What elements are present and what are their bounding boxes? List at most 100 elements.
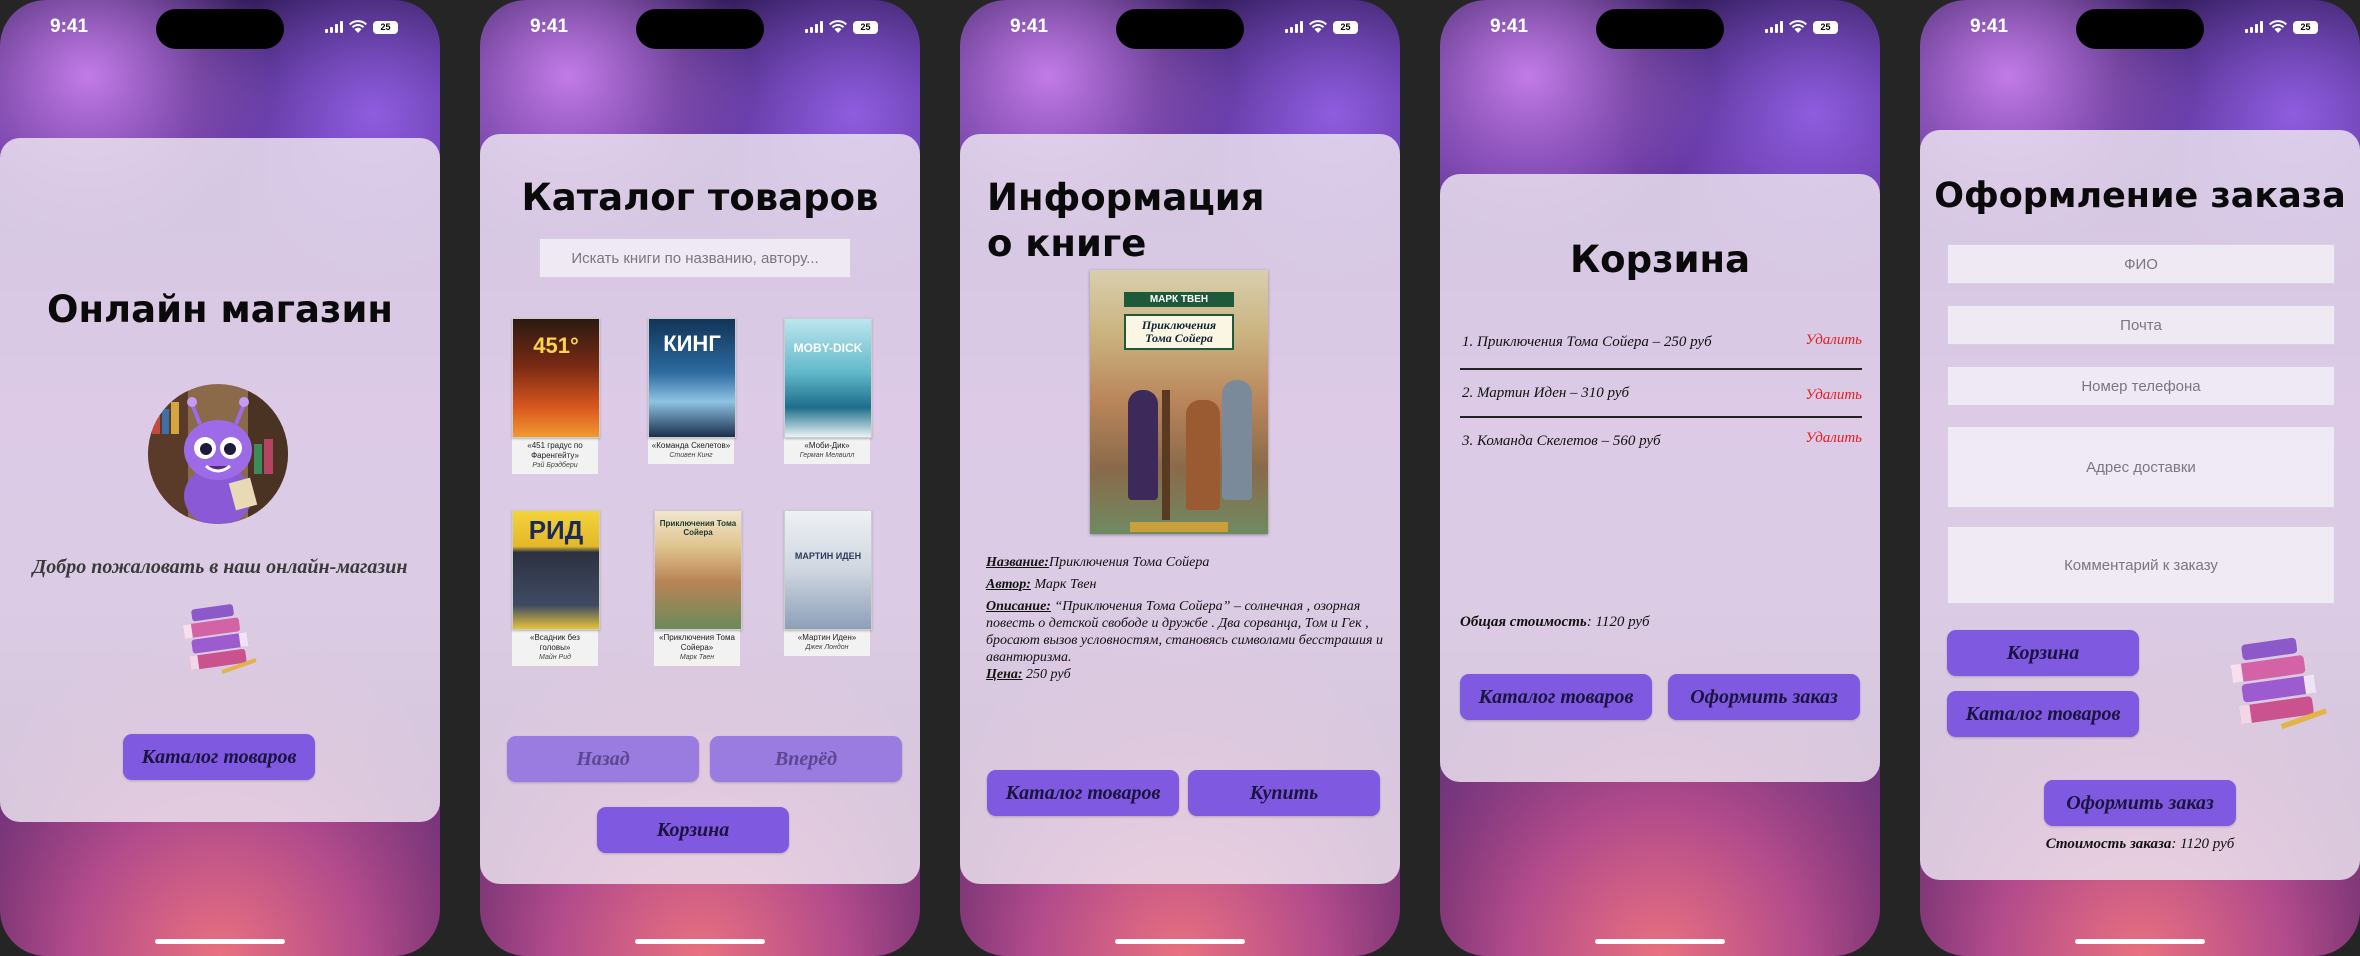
dynamic-island [156,9,284,49]
signal-icon [1285,21,1303,33]
status-icons: 25 [1765,20,1838,34]
book-info-panel: Информация о книге МАРК ТВЕН Приключения… [960,134,1400,884]
checkout-panel: Оформление заказа ФИО Почта Номер телефо… [1920,130,2360,880]
cover-figure [1222,380,1252,500]
status-icons: 25 [1285,20,1358,34]
comment-field[interactable]: Комментарий к заказу [1947,526,2335,604]
status-icons: 25 [805,20,878,34]
book-info-text: Название:Приключения Тома Сойера Автор: … [986,554,1386,683]
cart-panel: Корзина 1. Приключения Тома Сойера – 250… [1440,174,1880,782]
cart-button[interactable]: Корзина [597,807,789,853]
welcome-text: Добро пожаловать в наш онлайн-магазин [32,556,408,578]
wifi-icon [829,20,847,33]
buy-button[interactable]: Купить [1188,770,1380,816]
dynamic-island [1116,9,1244,49]
address-field[interactable]: Адрес доставки [1947,426,2335,508]
remove-item-3-button[interactable]: Удалить [1805,430,1862,447]
cover-figure [1128,390,1158,500]
cart-total: Общая стоимость: 1120 руб [1460,614,1650,631]
screen-home: 9:41 25 Онлайн магазин Добро пожаловать … [0,0,440,956]
cover-title: Приключения Тома Сойера [659,519,737,537]
checkout-button[interactable]: Оформить заказ [2044,780,2236,826]
info-author-label: Автор: [986,577,1031,592]
page-title: Онлайн магазин [47,288,393,331]
book-caption: «Моби-Дик» Герман Мелвилл [784,438,870,464]
info-author-row: Автор: Марк Твен [986,576,1386,593]
remove-item-1-button[interactable]: Удалить [1805,332,1862,349]
email-field[interactable]: Почта [1947,305,2335,345]
cover-title: МАРТИН ИДЕН [794,551,862,561]
catalog-button[interactable]: Каталог товаров [123,734,315,780]
forward-button[interactable]: Вперёд [710,736,902,782]
home-panel: Онлайн магазин Добро пожаловать в наш он… [0,138,440,822]
screen-book-info: 9:41 25 Информация о книге МАРК ТВЕН При… [960,0,1400,956]
books-icon [182,604,257,674]
status-icons: 25 [2245,20,2318,34]
dynamic-island [1596,9,1724,49]
order-total-label: Стоимость заказа [2045,836,2172,852]
order-total-value: : 1120 руб [2171,836,2235,852]
catalog-button[interactable]: Каталог товаров [1460,674,1652,720]
book-card-451[interactable]: 451° «451 градус по Фаренгейту» Рэй Брэдб… [512,318,600,474]
info-name-label: Название: [986,555,1049,570]
book-caption: «451 градус по Фаренгейту» Рэй Брэдбери [512,438,598,474]
info-desc-label: Описание: [986,599,1051,614]
catalog-panel: Каталог товаров Искать книги по названию… [480,134,920,884]
home-indicator [155,939,285,944]
wifi-icon [1309,20,1327,33]
catalog-button[interactable]: Каталог товаров [987,770,1179,816]
cover-title: Приключения Тома Сойера [1124,314,1234,350]
divider [1460,416,1862,418]
cover-title: КИНГ [663,331,721,356]
alien-mascot-avatar [148,384,288,524]
name-field[interactable]: ФИО [1947,244,2335,284]
dynamic-island [2076,9,2204,49]
book-cover: РИД [512,510,600,630]
book-card-martin-eden[interactable]: МАРТИН ИДЕН «Мартин Иден» Джек Лондон [784,510,872,656]
screen-checkout: 9:41 25 Оформление заказа ФИО Почта Номе… [1920,0,2360,956]
wifi-icon [2269,20,2287,33]
status-icons: 25 [325,20,398,34]
info-price-row: Цена: 250 руб [986,666,1386,683]
wifi-icon [349,20,367,33]
book-cover-large: МАРК ТВЕН Приключения Тома Сойера [1090,270,1268,534]
info-name-row: Название:Приключения Тома Сойера [986,554,1386,571]
screen-cart: 9:41 25 Корзина 1. Приключения Тома Сойе… [1440,0,1880,956]
book-cover: КИНГ [648,318,736,438]
book-card-moby-dick[interactable]: MOBY-DICK «Моби-Дик» Герман Мелвилл [784,318,872,464]
search-input[interactable]: Искать книги по названию, автору... [539,238,851,278]
book-cover: МАРТИН ИДЕН [784,510,872,630]
cover-fence [1162,390,1170,520]
book-caption: «Команда Скелетов» Стивен Кинг [648,438,734,464]
book-cover: Приключения Тома Сойера [654,510,742,630]
book-cover: 451° [512,318,600,438]
remove-item-2-button[interactable]: Удалить [1805,387,1862,404]
cart-item-1: 1. Приключения Тома Сойера – 250 руб [1462,334,1712,350]
phone-field[interactable]: Номер телефона [1947,366,2335,406]
info-name-value: Приключения Тома Сойера [1048,555,1210,570]
book-card-skeletons[interactable]: КИНГ «Команда Скелетов» Стивен Кинг [648,318,736,464]
catalog-button[interactable]: Каталог товаров [1947,691,2139,737]
back-button[interactable]: Назад [507,736,699,782]
book-caption: «Приключения Тома Сойера» Марк Твен [654,630,740,666]
home-indicator [2075,939,2205,944]
home-indicator [1595,939,1725,944]
dynamic-island [636,9,764,49]
book-card-tom-sawyer[interactable]: Приключения Тома Сойера «Приключения Том… [654,510,742,666]
page-title: Оформление заказа [1934,176,2346,216]
info-price-label: Цена: [986,667,1023,682]
screen-catalog: 9:41 25 Каталог товаров Искать книги по … [480,0,920,956]
status-time: 9:41 [50,16,89,37]
page-title-line1: Информация [987,176,1265,219]
books-icon [2230,637,2328,730]
page-title-line2: о книге [987,222,1147,265]
page-title: Корзина [1569,238,1751,281]
status-time: 9:41 [1490,16,1529,37]
battery-icon: 25 [373,20,398,34]
cart-button[interactable]: Корзина [1947,630,2139,676]
info-price-value: 250 руб [1026,667,1071,682]
checkout-button[interactable]: Оформить заказ [1668,674,1860,720]
status-time: 9:41 [1010,16,1049,37]
book-card-headless-horseman[interactable]: РИД «Всадник без головы» Майн Рид [512,510,600,666]
cart-item-2: 2. Мартин Иден – 310 руб [1462,385,1630,401]
